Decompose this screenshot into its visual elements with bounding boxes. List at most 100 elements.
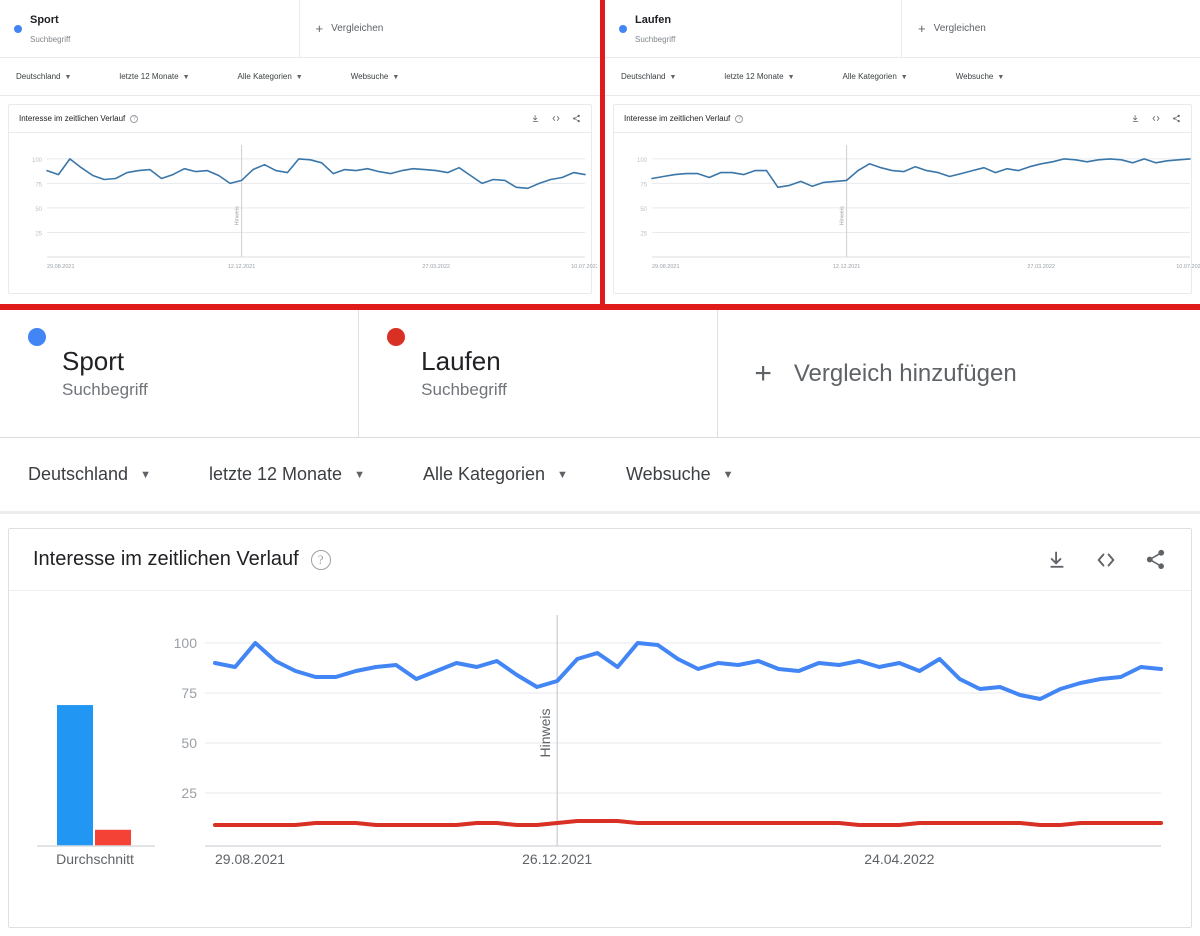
mini-filters-row: Deutschland ▼ letzte 12 Monate ▼ Alle Kate… xyxy=(605,58,1200,96)
term-title: Laufen xyxy=(421,345,501,376)
plus-icon: + xyxy=(315,21,324,36)
mini-filter-label: Alle Kategorien xyxy=(842,72,897,81)
mini-filter-time[interactable]: letzte 12 Monate ▼ xyxy=(724,72,794,81)
mini-compare-button[interactable]: + Vergleichen xyxy=(902,0,1200,57)
mini-terms-row: Sport Suchbegriff + Vergleichen xyxy=(0,0,600,58)
interest-over-time-card: Interesse im zeitlichen Verlauf ? Durchs… xyxy=(8,528,1192,928)
top-preview-section: Sport Suchbegriff + Vergleichen Deutschl… xyxy=(0,0,1200,310)
mini-compare-button[interactable]: + Vergleichen xyxy=(300,0,601,57)
download-icon[interactable] xyxy=(531,114,540,123)
embed-icon[interactable] xyxy=(1094,549,1118,571)
mini-filter-label: letzte 12 Monate xyxy=(119,72,179,81)
mini-filter-category[interactable]: Alle Kategorien ▼ xyxy=(843,72,908,81)
chart-title: Interesse im zeitlichen Verlauf xyxy=(33,548,299,570)
mini-term-subtitle: Suchbegriff xyxy=(635,34,676,44)
term-card-laufen[interactable]: Laufen Suchbegriff xyxy=(359,310,719,437)
chevron-down-icon: ▼ xyxy=(997,74,1005,81)
mini-filter-category[interactable]: Alle Kategorien ▼ xyxy=(238,72,303,81)
mini-chart-card-header: Interesse im zeitlichen Verlauf ? xyxy=(614,105,1191,133)
mini-filter-searchtype[interactable]: Websuche ▼ xyxy=(351,72,400,81)
svg-text:25: 25 xyxy=(181,785,197,801)
help-icon[interactable]: ? xyxy=(310,549,331,570)
share-icon[interactable] xyxy=(1172,114,1181,123)
term-subtitle: Suchbegriff xyxy=(421,380,507,400)
share-icon[interactable] xyxy=(572,114,581,123)
chevron-down-icon: ▼ xyxy=(900,74,908,81)
mini-term-sport[interactable]: Sport Suchbegriff xyxy=(0,0,300,57)
mini-line-chart: 100 75 50 25 Hinweis 29.08.2021 12.12.2021 27.0… xyxy=(637,145,1200,270)
svg-text:Hinweis: Hinweis xyxy=(840,206,846,226)
download-icon[interactable] xyxy=(1046,549,1068,571)
chart-plot-area: Durchschnitt 100 75 50 25 Hinweis 29.08.2021 26… xyxy=(9,591,1191,927)
mini-filter-country[interactable]: Deutschland ▼ xyxy=(621,72,676,81)
chevron-down-icon: ▼ xyxy=(64,74,72,81)
mini-term-subtitle: Suchbegriff xyxy=(30,34,71,44)
svg-text:50: 50 xyxy=(181,735,197,751)
help-icon[interactable]: ? xyxy=(130,114,139,123)
help-icon[interactable]: ? xyxy=(735,114,744,123)
plus-icon: + xyxy=(918,21,926,36)
filter-searchtype[interactable]: Websuche ▼ xyxy=(626,464,734,485)
add-comparison-button[interactable]: + Vergleich hinzufügen xyxy=(718,310,1200,437)
filter-timerange[interactable]: letzte 12 Monate ▼ xyxy=(209,464,365,485)
chevron-down-icon: ▼ xyxy=(787,74,795,81)
mini-filter-searchtype[interactable]: Websuche ▼ xyxy=(956,72,1005,81)
filters-row: Deutschland ▼ letzte 12 Monate ▼ Alle Ka… xyxy=(0,438,1200,514)
term-card-sport[interactable]: Sport Suchbegriff xyxy=(0,310,360,437)
term-dot-icon xyxy=(28,328,46,346)
mini-panel-sport: Sport Suchbegriff + Vergleichen Deutschl… xyxy=(0,0,600,304)
embed-icon[interactable] xyxy=(551,114,561,123)
mini-compare-label: Vergleichen xyxy=(331,23,384,34)
svg-text:27.03.2022: 27.03.2022 xyxy=(422,264,450,270)
mini-terms-row: Laufen Suchbegriff + Vergleichen xyxy=(605,0,1200,58)
svg-text:75: 75 xyxy=(640,182,647,188)
filter-country[interactable]: Deutschland ▼ xyxy=(28,464,151,485)
svg-text:10.07.2022: 10.07.2022 xyxy=(571,264,597,270)
filter-label: Alle Kategorien xyxy=(422,464,546,484)
mini-term-title: Sport xyxy=(30,14,59,27)
term-title: Sport xyxy=(62,345,125,376)
term-dot-icon xyxy=(619,24,627,33)
main-section: Sport Suchbegriff Laufen Suchbegriff + V… xyxy=(0,310,1200,928)
svg-text:50: 50 xyxy=(35,207,42,213)
mini-chart-card: Interesse im zeitlichen Verlauf ? 100 75 5… xyxy=(8,104,599,294)
filter-label: Websuche xyxy=(625,464,711,484)
mini-line-chart: 100 75 50 25 Hinweis 29.08.2021 12.12.2021 27.0… xyxy=(32,145,599,270)
chevron-down-icon: ▼ xyxy=(182,74,190,81)
chevron-down-icon: ▼ xyxy=(295,74,303,81)
mini-chart-title: Interesse im zeitlichen Verlauf xyxy=(19,114,126,123)
chevron-down-icon: ▼ xyxy=(140,468,151,481)
svg-text:24.04.2022: 24.04.2022 xyxy=(864,851,934,867)
svg-text:12.12.2021: 12.12.2021 xyxy=(228,264,256,270)
add-comparison-label: Vergleich hinzufügen xyxy=(793,359,1017,387)
mini-filter-country[interactable]: Deutschland ▼ xyxy=(16,72,71,81)
search-terms-row: Sport Suchbegriff Laufen Suchbegriff + V… xyxy=(0,310,1200,438)
svg-text:29.08.2021: 29.08.2021 xyxy=(215,851,285,867)
filter-label: letzte 12 Monate xyxy=(208,464,343,484)
svg-text:Hinweis: Hinweis xyxy=(537,708,553,757)
chevron-down-icon: ▼ xyxy=(722,468,734,481)
embed-icon[interactable] xyxy=(1151,114,1161,123)
mini-panel-laufen: Laufen Suchbegriff + Vergleichen Deutsch… xyxy=(600,0,1200,304)
filter-category[interactable]: Alle Kategorien ▼ xyxy=(423,464,568,485)
mini-filter-time[interactable]: letzte 12 Monate ▼ xyxy=(119,72,189,81)
svg-text:29.08.2021: 29.08.2021 xyxy=(652,264,680,270)
svg-text:25: 25 xyxy=(640,231,647,237)
svg-text:27.03.2022: 27.03.2022 xyxy=(1027,264,1055,270)
mini-term-laufen[interactable]: Laufen Suchbegriff xyxy=(605,0,902,57)
svg-text:100: 100 xyxy=(637,158,648,164)
interest-over-time-chart: Durchschnitt 100 75 50 25 Hinweis 29.08.2021 26… xyxy=(37,615,1163,867)
mini-filter-label: Websuche xyxy=(955,72,994,81)
svg-text:50: 50 xyxy=(640,207,647,213)
mini-chart-title: Interesse im zeitlichen Verlauf xyxy=(624,114,731,123)
svg-text:75: 75 xyxy=(181,685,197,701)
mini-compare-label: Vergleichen xyxy=(933,23,986,34)
share-icon[interactable] xyxy=(1144,548,1167,571)
download-icon[interactable] xyxy=(1131,114,1140,123)
svg-text:10.07.2022: 10.07.2022 xyxy=(1176,264,1200,270)
mini-filter-label: Deutschland xyxy=(621,72,666,81)
mini-chart-card-header: Interesse im zeitlichen Verlauf ? xyxy=(9,105,591,133)
mini-filter-label: Alle Kategorien xyxy=(237,72,292,81)
svg-text:100: 100 xyxy=(174,635,198,651)
svg-text:Durchschnitt: Durchschnitt xyxy=(56,851,134,867)
